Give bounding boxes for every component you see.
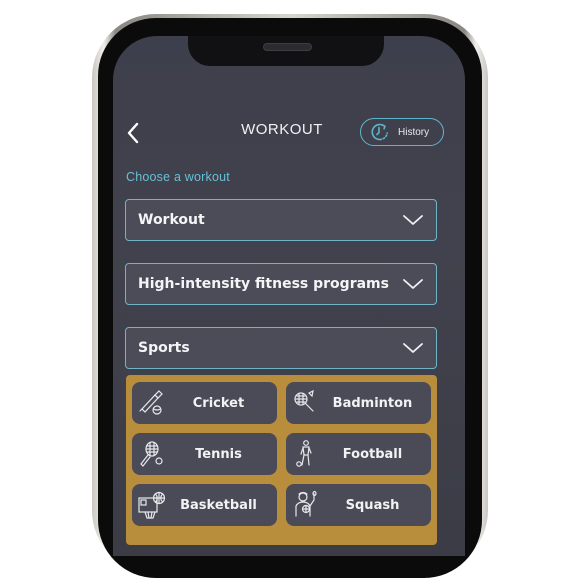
history-button[interactable]: History	[360, 118, 444, 146]
squash-player-icon	[295, 490, 317, 517]
sport-tile-badminton[interactable]: Badminton	[286, 382, 431, 424]
sports-dropdown[interactable]: Sports	[125, 327, 437, 369]
history-label: History	[398, 126, 430, 138]
history-clock-icon	[371, 123, 388, 141]
back-button[interactable]	[122, 119, 146, 147]
cricket-bat-icon	[139, 390, 163, 415]
dropdown-label: Workout	[138, 212, 205, 228]
chevron-left-icon	[127, 122, 139, 144]
phone-notch	[188, 36, 384, 66]
tennis-racket-icon	[140, 441, 163, 467]
sport-tile-squash[interactable]: Squash	[286, 484, 431, 526]
sport-tile-football[interactable]: Football	[286, 433, 431, 475]
chevron-down-icon	[403, 215, 423, 225]
dropdown-label: Sports	[138, 340, 190, 356]
football-player-icon	[296, 440, 312, 467]
phone-speaker	[263, 43, 312, 51]
basketball-hoop-icon	[138, 491, 166, 519]
workout-dropdown[interactable]: Workout	[125, 199, 437, 241]
chevron-down-icon	[403, 343, 423, 353]
page-title: WORKOUT	[241, 121, 323, 138]
sport-tile-basketball[interactable]: Basketball	[132, 484, 277, 526]
dropdown-label: High-intensity fitness programs	[138, 276, 389, 292]
sport-tile-cricket[interactable]: Cricket	[132, 382, 277, 424]
choose-workout-label: Choose a workout	[126, 170, 230, 184]
chevron-down-icon	[403, 279, 423, 289]
badminton-racket-icon	[294, 389, 314, 412]
hiit-programs-dropdown[interactable]: High-intensity fitness programs	[125, 263, 437, 305]
sport-tile-tennis[interactable]: Tennis	[132, 433, 277, 475]
